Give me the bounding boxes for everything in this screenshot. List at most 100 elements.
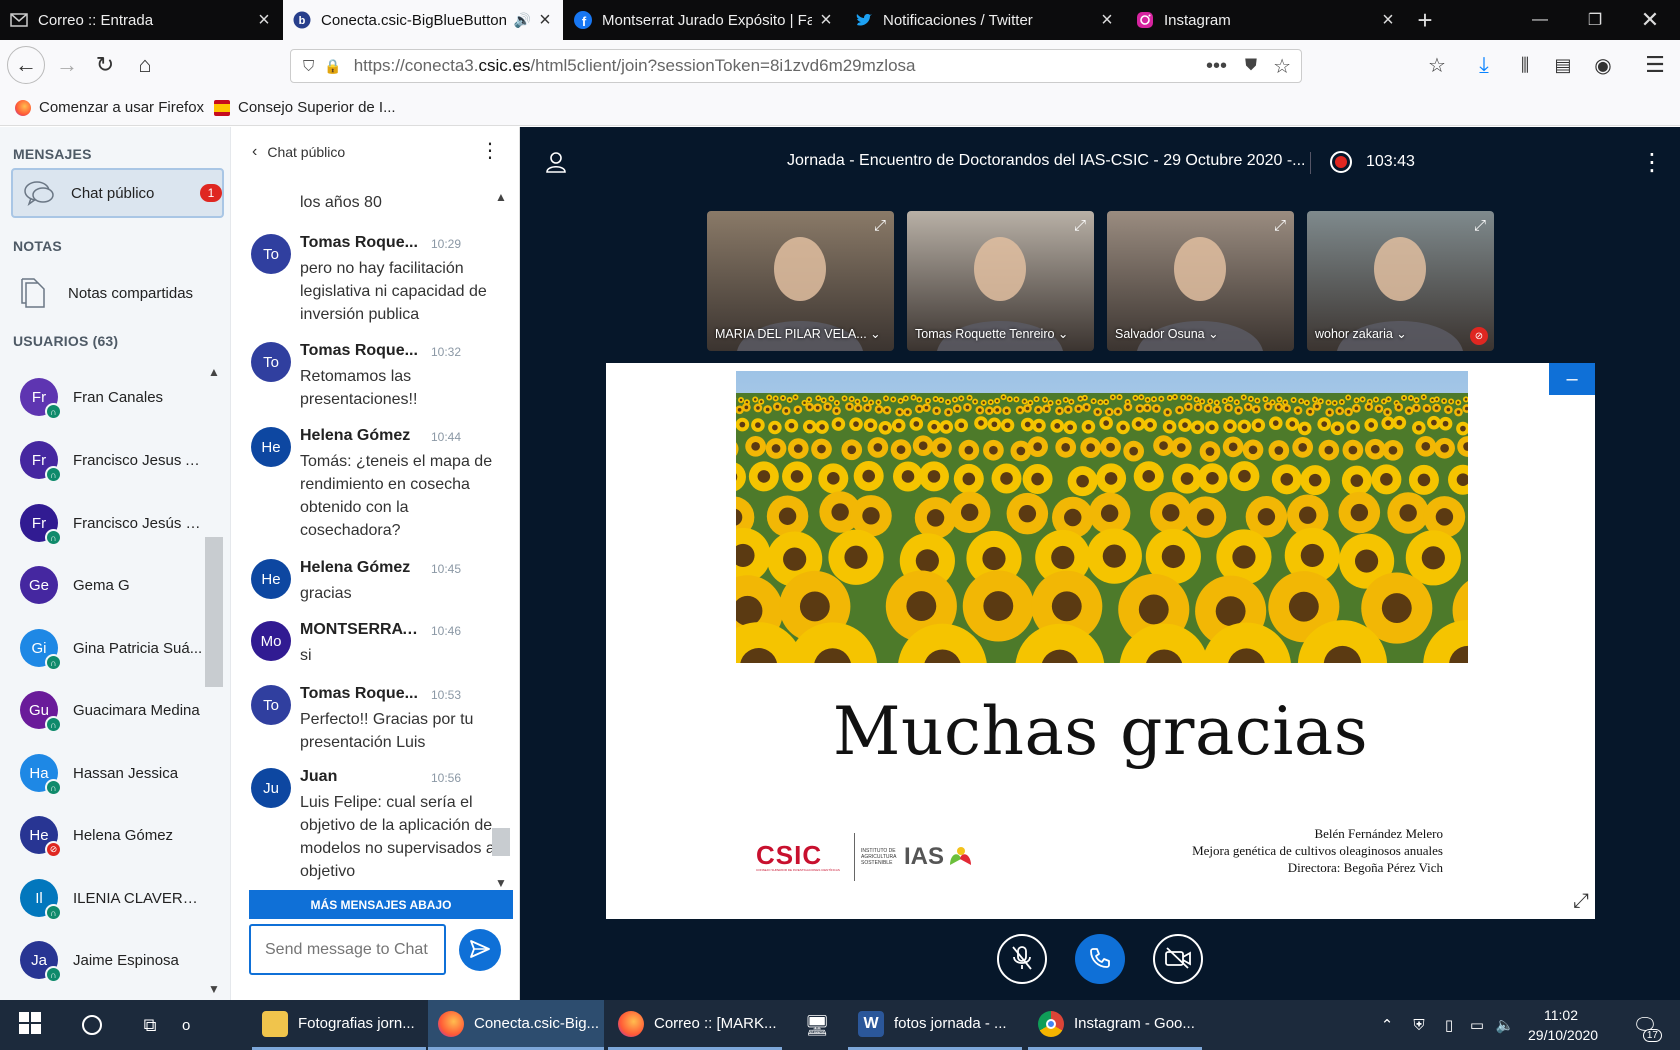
- send-message-button[interactable]: [459, 929, 501, 971]
- chat-message-input[interactable]: [249, 924, 446, 975]
- lock-icon[interactable]: 🔒: [324, 58, 341, 75]
- tab-correo[interactable]: Correo :: Entrada ×: [0, 0, 282, 40]
- shield-icon[interactable]: ⛉: [303, 58, 314, 75]
- webcam-name-label[interactable]: Tomas Roquette Tenreiro ⌄: [915, 326, 1068, 341]
- headphones-icon: ∩: [45, 966, 62, 983]
- webcam-tile[interactable]: ⤢ Tomas Roquette Tenreiro ⌄: [907, 211, 1094, 351]
- expand-icon[interactable]: ⤢: [874, 217, 886, 234]
- network-tray[interactable]: ▭: [1462, 1000, 1492, 1050]
- reload-icon[interactable]: ↻: [88, 48, 122, 82]
- webcam-tile[interactable]: ⤢ Salvador Osuna ⌄: [1107, 211, 1294, 351]
- menu-icon[interactable]: ☰: [1638, 48, 1672, 82]
- restore-icon[interactable]: ❐: [1570, 0, 1620, 40]
- user-icon[interactable]: [545, 151, 567, 176]
- scroll-down-icon[interactable]: ▼: [495, 876, 507, 890]
- sidebar-icon[interactable]: ▤: [1546, 48, 1580, 82]
- scroll-up-icon[interactable]: ▲: [495, 190, 507, 204]
- user-list-item[interactable]: Gi ∩ Gina Patricia Suá...: [20, 623, 210, 673]
- back-icon[interactable]: ←: [7, 46, 45, 84]
- message-text: pero no hay facilitación legislativa ni …: [300, 260, 487, 323]
- scrollbar-thumb[interactable]: [492, 828, 510, 856]
- downloads-icon[interactable]: ⤓: [1467, 48, 1501, 82]
- user-list-item[interactable]: Fr ∩ Francisco Jesus A...: [20, 435, 210, 485]
- chat-scrollbar[interactable]: ▲ ▼: [492, 190, 510, 890]
- close-tab-icon[interactable]: ×: [1099, 9, 1115, 32]
- leave-audio-button[interactable]: [1075, 934, 1125, 984]
- user-list-item[interactable]: He ⊘ Helena Gómez: [20, 810, 210, 860]
- user-list-item[interactable]: Il ∩ ILENIA CLAVERO ...: [20, 873, 210, 923]
- speaker-icon[interactable]: 🔊: [514, 12, 531, 29]
- close-window-icon[interactable]: ✕: [1625, 0, 1675, 40]
- sunflower-field-image: [736, 371, 1468, 663]
- share-webcam-button[interactable]: [1153, 934, 1203, 984]
- library-icon[interactable]: ⫼: [1508, 48, 1542, 82]
- taskbar-folder[interactable]: Fotografias jorn...: [252, 1000, 426, 1050]
- taskbar-firefox-conecta[interactable]: Conecta.csic-Big...: [428, 1000, 604, 1050]
- bookmark-icon[interactable]: ☆: [1273, 54, 1291, 79]
- expand-icon[interactable]: ⤢: [1074, 217, 1086, 234]
- shared-notes-item[interactable]: Notas compartidas: [20, 274, 220, 312]
- bookmark-star-icon[interactable]: ☆: [1420, 48, 1454, 82]
- shield-icon: ⛨: [1413, 1016, 1425, 1034]
- user-list-item[interactable]: Ha ∩ Hassan Jessica: [20, 748, 210, 798]
- chat-back-button[interactable]: ‹ Chat público: [252, 140, 345, 164]
- taskbar-item-small[interactable]: o: [172, 1000, 202, 1050]
- webcam-name-label[interactable]: Salvador Osuna ⌄: [1115, 326, 1219, 341]
- more-messages-below-button[interactable]: MÁS MENSAJES ABAJO: [249, 890, 513, 919]
- user-list-item[interactable]: Ge Gema G: [20, 560, 210, 610]
- show-hidden-icons-button[interactable]: ⌃: [1372, 1000, 1402, 1050]
- unmute-microphone-button[interactable]: [997, 934, 1047, 984]
- webcam-name-label[interactable]: MARIA DEL PILAR VELA... ⌄: [715, 326, 881, 341]
- usb-icon: ▯: [1444, 1017, 1454, 1034]
- tab-instagram[interactable]: Instagram ×: [1126, 0, 1406, 40]
- close-tab-icon[interactable]: ×: [256, 9, 272, 32]
- url-bar[interactable]: ⛉ 🔒 https://conecta3.csic.es/html5client…: [290, 49, 1302, 83]
- security-tray[interactable]: ⛨: [1404, 1000, 1434, 1050]
- user-list-item[interactable]: Gu ∩ Guacimara Medina: [20, 685, 210, 735]
- user-list-item[interactable]: Fr ∩ Francisco Jesús G...: [20, 498, 210, 548]
- taskbar-computer[interactable]: 🖥: [795, 1000, 839, 1050]
- webcam-name-label[interactable]: wohor zakaria ⌄: [1315, 326, 1407, 341]
- close-tab-icon[interactable]: ×: [537, 9, 553, 32]
- webcam-tile[interactable]: ⤢ wohor zakaria ⌄ ⊘: [1307, 211, 1494, 351]
- public-chat-label: Chat público: [71, 184, 155, 202]
- taskbar-firefox-correo[interactable]: Correo :: [MARK...: [608, 1000, 782, 1050]
- windows-logo-icon: [18, 1011, 42, 1039]
- minimize-icon[interactable]: —: [1515, 0, 1565, 40]
- user-list-item[interactable]: Ja ∩ Jaime Espinosa: [20, 935, 210, 985]
- chat-options-icon[interactable]: ⋮: [480, 138, 500, 163]
- new-tab-icon[interactable]: +: [1400, 0, 1450, 40]
- close-tab-icon[interactable]: ×: [1380, 9, 1396, 32]
- close-tab-icon[interactable]: ×: [818, 9, 834, 32]
- taskbar-chrome[interactable]: Instagram - Goo...: [1028, 1000, 1202, 1050]
- bookmark-firefox[interactable]: Comenzar a usar Firefox: [15, 99, 204, 116]
- volume-tray[interactable]: 🔈: [1490, 1000, 1520, 1050]
- home-icon[interactable]: ⌂: [128, 48, 162, 82]
- page-actions-icon[interactable]: •••: [1206, 55, 1227, 78]
- minimize-presentation-button[interactable]: –: [1549, 363, 1595, 395]
- public-chat-item[interactable]: Chat público 1: [11, 168, 224, 218]
- user-name: Francisco Jesus A...: [73, 451, 205, 469]
- options-menu-icon[interactable]: ⋮: [1640, 148, 1664, 177]
- expand-icon[interactable]: ⤢: [1274, 217, 1286, 234]
- user-list-item[interactable]: Fr ∩ Fran Canales: [20, 372, 210, 422]
- cortana-button[interactable]: [72, 1000, 112, 1050]
- usb-tray[interactable]: ▯: [1434, 1000, 1464, 1050]
- taskbar-word[interactable]: W fotos jornada - ...: [848, 1000, 1022, 1050]
- bookmark-csic[interactable]: Consejo Superior de I...: [214, 99, 396, 116]
- forward-icon[interactable]: →: [50, 48, 84, 82]
- record-button[interactable]: [1330, 151, 1352, 173]
- webcam-tile[interactable]: ⤢ MARIA DEL PILAR VELA... ⌄: [707, 211, 894, 351]
- tab-twitter[interactable]: Notificaciones / Twitter ×: [845, 0, 1125, 40]
- notification-center[interactable]: 🗨 17: [1620, 1000, 1670, 1050]
- tab-title: Correo :: Entrada: [38, 11, 154, 29]
- fullscreen-icon[interactable]: ⤢: [1573, 890, 1589, 913]
- clock[interactable]: 11:02 29/10/2020: [1528, 1005, 1598, 1045]
- account-icon[interactable]: ◉: [1586, 48, 1620, 82]
- start-button[interactable]: [6, 1000, 54, 1050]
- tab-bigbluebutton[interactable]: b Conecta.csic-BigBlueButton 🔊 ×: [283, 0, 563, 40]
- pocket-icon[interactable]: ⛊: [1245, 57, 1257, 75]
- tab-facebook[interactable]: f Montserrat Jurado Expósito | Fa ×: [564, 0, 844, 40]
- expand-icon[interactable]: ⤢: [1474, 217, 1486, 234]
- task-view-button[interactable]: ⧉: [130, 1000, 170, 1050]
